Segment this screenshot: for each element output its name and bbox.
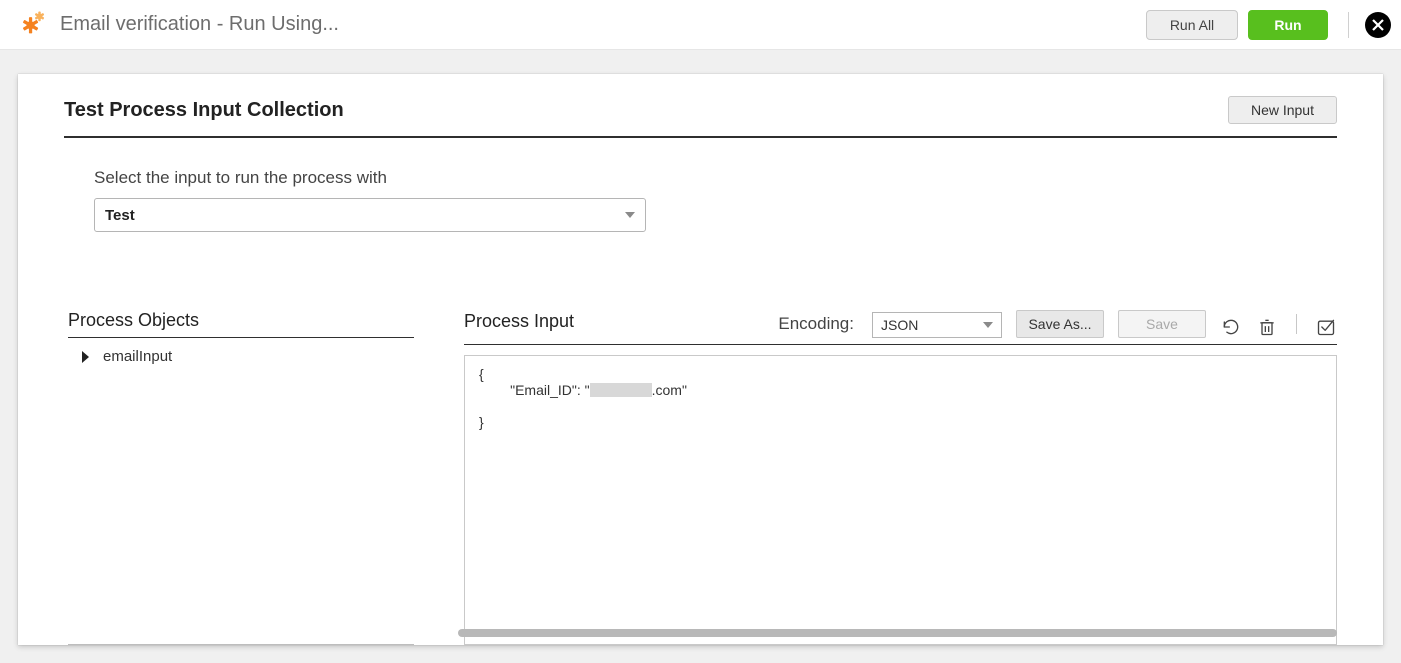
- dialog-body: Process Objects emailInput Process Input…: [64, 310, 1337, 645]
- gears-icon: [20, 9, 46, 41]
- process-input-panel: Process Input Encoding: JSON Save As... …: [464, 310, 1337, 645]
- input-select[interactable]: Test: [94, 198, 646, 232]
- undo-button[interactable]: [1220, 316, 1242, 338]
- close-icon: [1372, 19, 1384, 31]
- encoding-label: Encoding:: [778, 314, 854, 334]
- chevron-down-icon: [625, 212, 635, 218]
- process-objects-panel: Process Objects emailInput: [64, 310, 414, 645]
- delete-button[interactable]: [1256, 316, 1278, 338]
- process-input-code[interactable]: { "Email_ID": ".com" }: [465, 356, 1336, 644]
- dialog: Test Process Input Collection New Input …: [18, 74, 1383, 645]
- process-objects-tree: emailInput: [68, 338, 414, 494]
- check-box-icon: [1316, 317, 1336, 337]
- validate-button[interactable]: [1315, 316, 1337, 338]
- stage: Test Process Input Collection New Input …: [0, 50, 1401, 663]
- trash-icon: [1257, 317, 1277, 337]
- save-as-button[interactable]: Save As...: [1016, 310, 1104, 338]
- process-objects-title: Process Objects: [68, 310, 414, 337]
- horizontal-scrollbar[interactable]: [458, 629, 1337, 637]
- input-select-value: Test: [105, 207, 135, 224]
- redacted-text: [590, 383, 652, 397]
- topbar-actions: Run All Run: [1146, 10, 1391, 40]
- tree-item-label: emailInput: [103, 348, 172, 365]
- dialog-title: Test Process Input Collection: [64, 99, 344, 122]
- run-button[interactable]: Run: [1248, 10, 1328, 40]
- tree-item-emailinput[interactable]: emailInput: [82, 348, 414, 365]
- process-input-rule: [464, 344, 1337, 345]
- icon-divider: [1296, 314, 1297, 334]
- close-button[interactable]: [1365, 12, 1391, 38]
- input-select-row: Select the input to run the process with…: [64, 168, 1337, 232]
- dialog-title-area: Email verification - Run Using...: [20, 9, 339, 41]
- chevron-down-icon: [983, 322, 993, 328]
- process-input-title: Process Input: [464, 311, 574, 338]
- caret-right-icon: [82, 351, 89, 363]
- save-button[interactable]: Save: [1118, 310, 1206, 338]
- window-title: Email verification - Run Using...: [60, 13, 339, 36]
- topbar-separator: [1348, 12, 1349, 38]
- input-select-label: Select the input to run the process with: [94, 168, 1337, 188]
- run-all-button[interactable]: Run All: [1146, 10, 1238, 40]
- topbar: Email verification - Run Using... Run Al…: [0, 0, 1401, 50]
- encoding-select-value: JSON: [881, 317, 918, 333]
- process-objects-bottom-rule: [68, 644, 414, 645]
- process-input-editor[interactable]: { "Email_ID": ".com" }: [464, 355, 1337, 645]
- horizontal-scrollbar-thumb[interactable]: [458, 629, 1337, 637]
- encoding-select[interactable]: JSON: [872, 312, 1002, 338]
- new-input-button[interactable]: New Input: [1228, 96, 1337, 124]
- process-input-header: Process Input Encoding: JSON Save As... …: [464, 310, 1337, 344]
- dialog-header: Test Process Input Collection New Input: [64, 96, 1337, 138]
- undo-icon: [1221, 317, 1241, 337]
